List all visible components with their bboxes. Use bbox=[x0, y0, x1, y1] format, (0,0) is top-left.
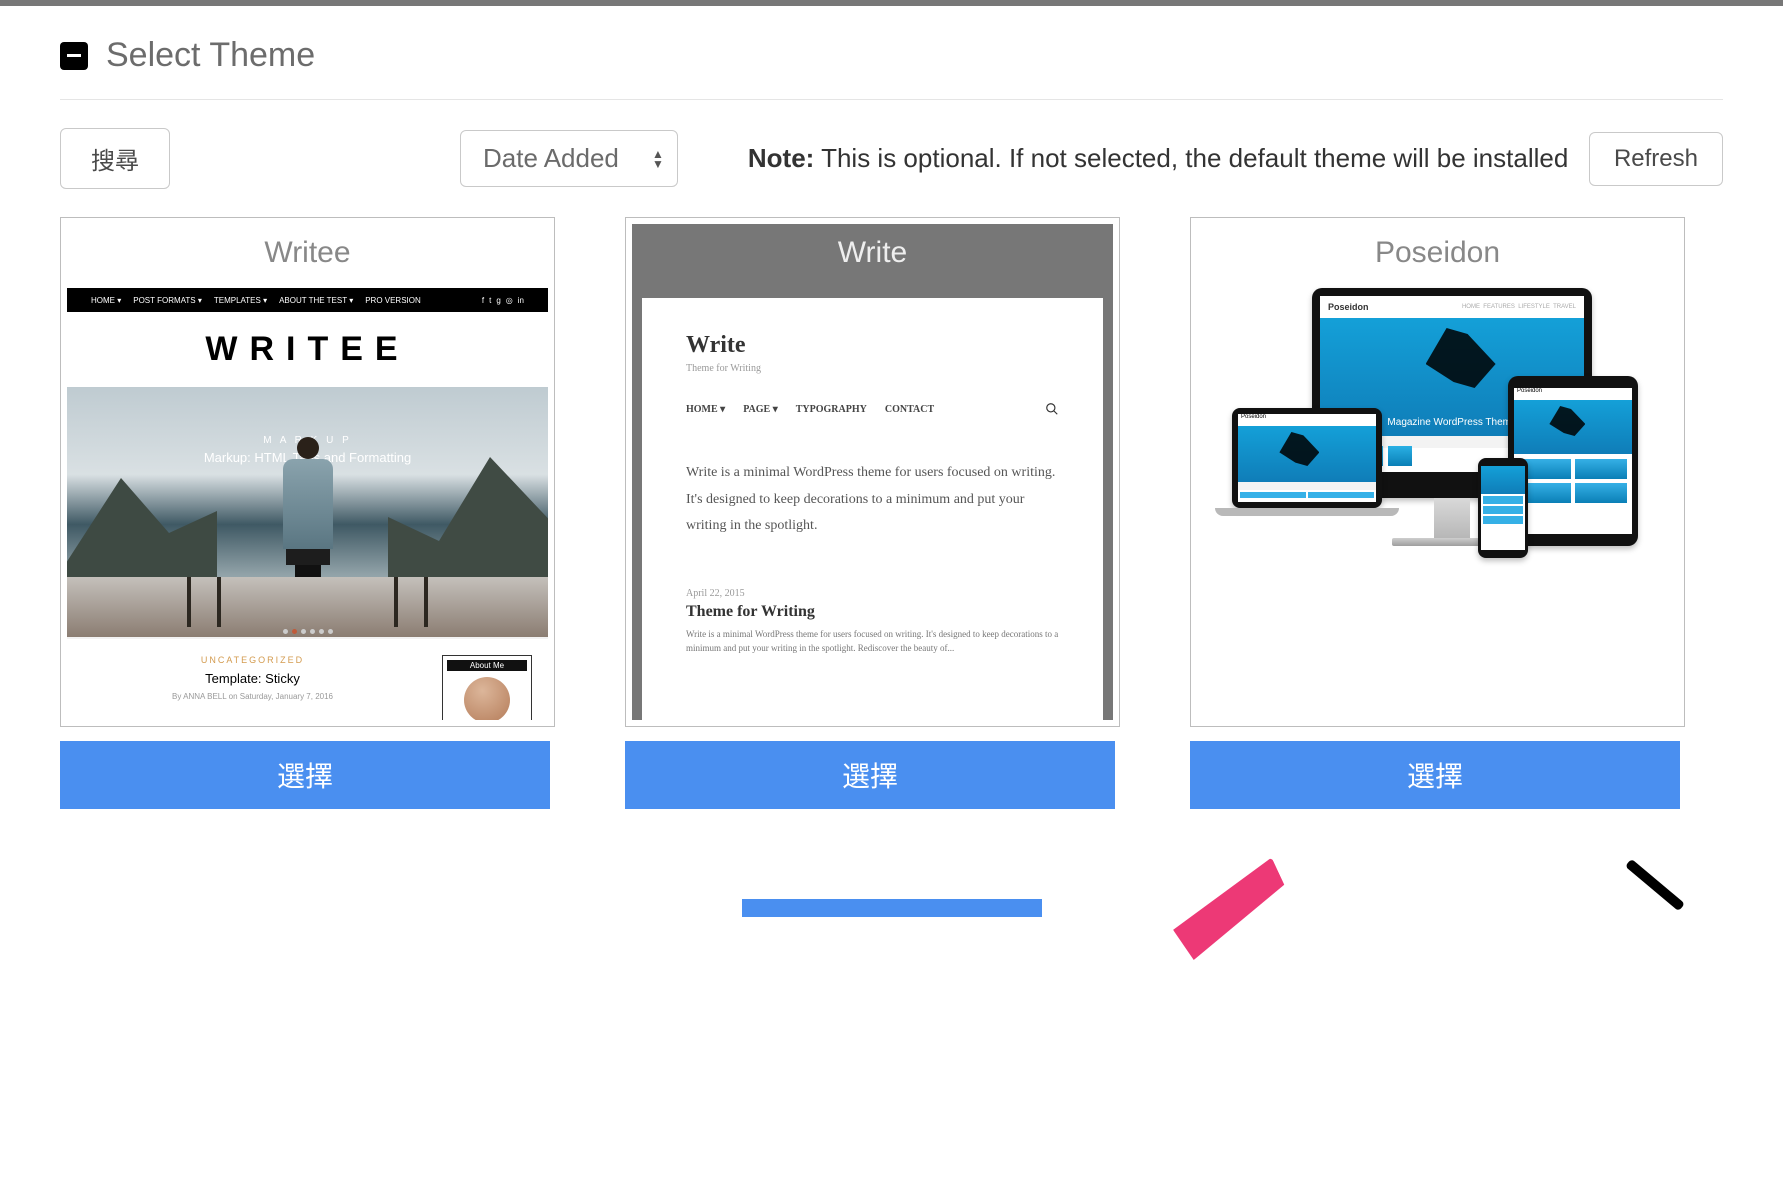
theme-name: Write bbox=[632, 224, 1113, 288]
preview-hero: M A R K U P Markup: HTML Tags and Format… bbox=[67, 387, 548, 637]
theme-thumbnail[interactable]: Writee HOME ▾ POST FORMATS ▾ TEMPLATES ▾… bbox=[60, 217, 555, 727]
toolbar: 搜尋 Date Added ▲▼ Note: This is optional.… bbox=[60, 128, 1723, 189]
select-button[interactable]: 選擇 bbox=[625, 741, 1115, 809]
collapse-icon[interactable] bbox=[60, 42, 88, 70]
sort-dropdown[interactable]: Date Added ▲▼ bbox=[460, 130, 678, 187]
select-button[interactable]: 選擇 bbox=[1190, 741, 1680, 809]
theme-name: Poseidon bbox=[1197, 224, 1678, 288]
theme-thumbnail[interactable]: Write Write Theme for Writing HOME ▾ PAG… bbox=[625, 217, 1120, 727]
note-text: Note: This is optional. If not selected,… bbox=[748, 143, 1568, 174]
preview-nav: HOME ▾ POST FORMATS ▾ TEMPLATES ▾ ABOUT … bbox=[67, 288, 548, 312]
note-prefix: Note: bbox=[748, 143, 814, 173]
theme-thumbnail[interactable]: Poseidon Poseidon HOME FEATURES LIFESTYL… bbox=[1190, 217, 1685, 727]
search-icon bbox=[1045, 402, 1059, 416]
note-body: This is optional. If not selected, the d… bbox=[821, 143, 1568, 173]
preview-logo: WRITEE bbox=[67, 312, 548, 387]
select-theme-section: Select Theme 搜尋 Date Added ▲▼ Note: This… bbox=[0, 6, 1783, 947]
refresh-button[interactable]: Refresh bbox=[1589, 132, 1723, 186]
theme-card-write: Write Write Theme for Writing HOME ▾ PAG… bbox=[625, 217, 1120, 809]
theme-card-poseidon: Poseidon Poseidon HOME FEATURES LIFESTYL… bbox=[1190, 217, 1685, 809]
sort-label: Date Added bbox=[460, 130, 678, 187]
section-title: Select Theme bbox=[106, 36, 315, 75]
search-button[interactable]: 搜尋 bbox=[60, 128, 170, 189]
partial-button[interactable] bbox=[742, 899, 1042, 917]
select-button[interactable]: 選擇 bbox=[60, 741, 550, 809]
section-header: Select Theme bbox=[60, 36, 1723, 100]
theme-grid: Writee HOME ▾ POST FORMATS ▾ TEMPLATES ▾… bbox=[60, 217, 1723, 809]
theme-card-writee: Writee HOME ▾ POST FORMATS ▾ TEMPLATES ▾… bbox=[60, 217, 555, 809]
theme-name: Writee bbox=[67, 224, 548, 288]
